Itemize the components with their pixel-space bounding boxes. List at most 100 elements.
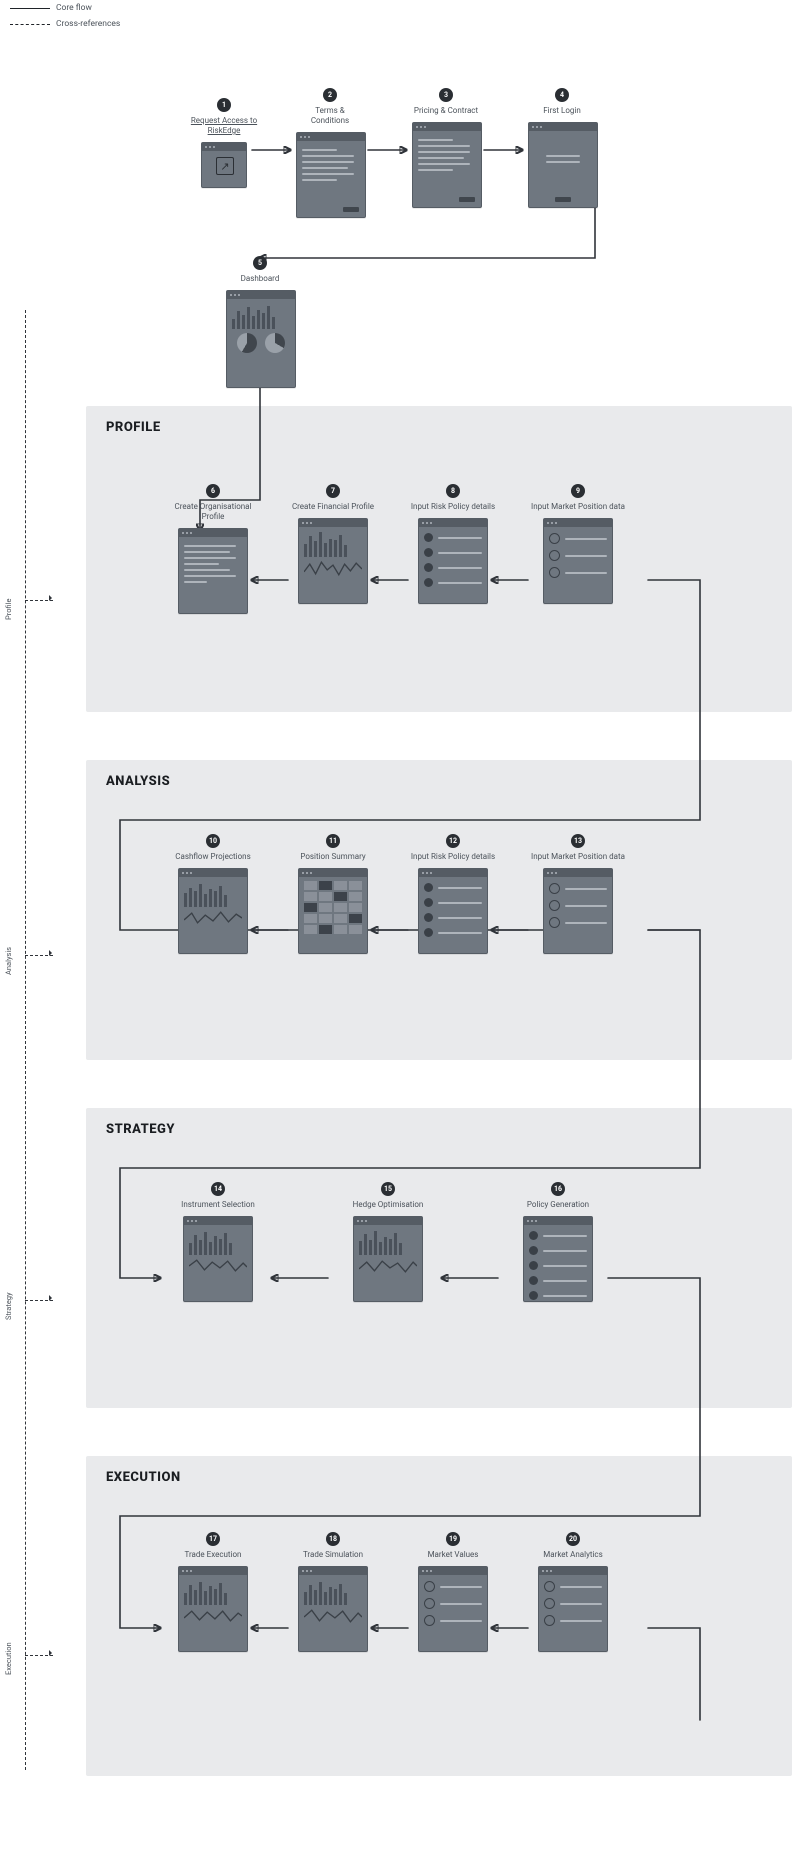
step-badge-12: 12 [446, 834, 460, 848]
step-11: 11 Position Summary [288, 828, 378, 954]
numbered-list-icon [529, 1231, 587, 1296]
step-label-20: Market Analytics [528, 1550, 618, 1560]
step-label-4: First Login [528, 106, 596, 116]
step-label-1: Request Access to RiskEdge [190, 116, 258, 136]
document-icon [302, 145, 360, 212]
card-16 [523, 1216, 593, 1302]
step-15: 15 Hedge Optimisation [338, 1176, 438, 1302]
spine-arm-execution [25, 1655, 53, 1656]
cross-reference-spine [25, 310, 26, 1770]
side-label-analysis: Analysis [4, 947, 13, 975]
step-badge-18: 18 [326, 1532, 340, 1546]
step-badge-2: 2 [323, 88, 337, 102]
step-badge-8: 8 [446, 484, 460, 498]
card-3 [412, 122, 482, 208]
diagram-root: Core flow Cross-references Profile Analy… [0, 0, 800, 1856]
card-11 [298, 868, 368, 954]
step-8: 8 Input Risk Policy details [408, 478, 498, 604]
step-label-19: Market Values [408, 1550, 498, 1560]
step-label-15: Hedge Optimisation [338, 1200, 438, 1210]
step-badge-17: 17 [206, 1532, 220, 1546]
step-badge-14: 14 [211, 1182, 225, 1196]
step-17: 17 Trade Execution [168, 1526, 258, 1652]
side-label-strategy: Strategy [4, 1292, 13, 1320]
dashboard-icon [232, 303, 290, 382]
step-label-2: Terms & Conditions [296, 106, 364, 126]
section-title-profile: PROFILE [106, 420, 161, 435]
step-badge-10: 10 [206, 834, 220, 848]
cta-icon [343, 207, 359, 212]
card-10 [178, 868, 248, 954]
side-label-execution: Execution [4, 1642, 13, 1675]
legend-label-dashed: Cross-references [56, 17, 120, 31]
legend-row-dashed: Cross-references [10, 16, 120, 32]
step-4: 4 First Login [528, 82, 596, 208]
legend-line-dashed [10, 24, 50, 25]
step-18: 18 Trade Simulation [288, 1526, 378, 1652]
step-2: 2 Terms & Conditions [296, 82, 364, 218]
chart-icon [359, 1229, 417, 1296]
step-9: 9 Input Market Position data [528, 478, 628, 604]
step-label-11: Position Summary [288, 852, 378, 862]
step-label-7: Create Financial Profile [288, 502, 378, 512]
section-title-analysis: ANALYSIS [106, 774, 170, 789]
step-badge-4: 4 [555, 88, 569, 102]
step-badge-5: 5 [253, 256, 267, 270]
step-badge-3: 3 [439, 88, 453, 102]
step-badge-13: 13 [571, 834, 585, 848]
step-label-9: Input Market Position data [528, 502, 628, 512]
card-20 [538, 1566, 608, 1652]
card-18 [298, 1566, 368, 1652]
card-12 [418, 868, 488, 954]
card-5 [226, 290, 296, 388]
step-label-17: Trade Execution [168, 1550, 258, 1560]
document-icon [418, 135, 476, 202]
legend-label-solid: Core flow [56, 1, 92, 15]
step-badge-1: 1 [217, 98, 231, 112]
step-label-8: Input Risk Policy details [408, 502, 498, 512]
step-1: 1 Request Access to RiskEdge ↗ [190, 92, 258, 188]
card-13 [543, 868, 613, 954]
legend-row-solid: Core flow [10, 0, 120, 16]
card-14 [183, 1216, 253, 1302]
cta-icon [459, 197, 475, 202]
section-title-execution: EXECUTION [106, 1470, 181, 1485]
chart-icon [184, 1579, 242, 1646]
login-form-icon [534, 151, 592, 202]
step-label-5: Dashboard [226, 274, 294, 284]
step-badge-15: 15 [381, 1182, 395, 1196]
legend: Core flow Cross-references [10, 0, 120, 32]
step-badge-20: 20 [566, 1532, 580, 1546]
card-19 [418, 1566, 488, 1652]
step-10: 10 Cashflow Projections [168, 828, 258, 954]
step-label-12: Input Risk Policy details [408, 852, 498, 862]
step-3: 3 Pricing & Contract [412, 82, 480, 208]
section-title-strategy: STRATEGY [106, 1122, 175, 1137]
card-6 [178, 528, 248, 614]
ring-list-icon [544, 1581, 602, 1646]
ring-list-icon [424, 1581, 482, 1646]
step-6: 6 Create Organisational Profile [168, 478, 258, 614]
step-badge-11: 11 [326, 834, 340, 848]
step-12: 12 Input Risk Policy details [408, 828, 498, 954]
card-1: ↗ [201, 142, 247, 188]
chart-icon [189, 1229, 247, 1296]
step-label-13: Input Market Position data [528, 852, 628, 862]
step-label-6: Create Organisational Profile [168, 502, 258, 522]
step-19: 19 Market Values [408, 1526, 498, 1652]
chart-icon [184, 881, 242, 948]
step-16: 16 Policy Generation [508, 1176, 608, 1302]
card-7 [298, 518, 368, 604]
step-label-16: Policy Generation [508, 1200, 608, 1210]
card-15 [353, 1216, 423, 1302]
step-13: 13 Input Market Position data [528, 828, 628, 954]
card-2 [296, 132, 366, 218]
open-icon: ↗ [216, 157, 234, 175]
step-badge-19: 19 [446, 1532, 460, 1546]
card-9 [543, 518, 613, 604]
numbered-list-icon [424, 883, 482, 948]
legend-line-solid [10, 8, 50, 9]
step-20: 20 Market Analytics [528, 1526, 618, 1652]
spine-arm-analysis [25, 955, 53, 956]
step-label-14: Instrument Selection [168, 1200, 268, 1210]
